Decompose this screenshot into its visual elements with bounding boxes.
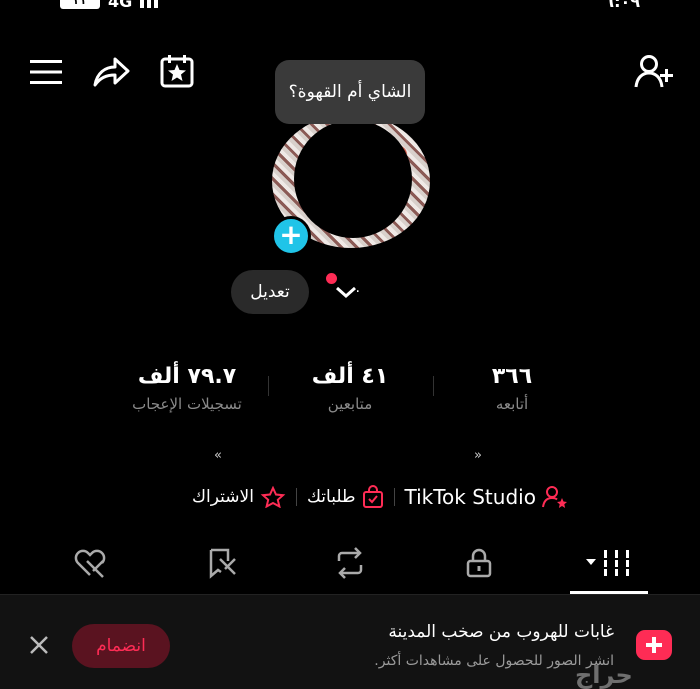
bio-quote-close: » (474, 448, 482, 463)
close-banner-button[interactable] (26, 634, 52, 660)
orders-label: طلباتك (306, 487, 356, 507)
tiktok-studio-link[interactable]: TikTok Studio (405, 485, 568, 509)
tiktok-studio-label: TikTok Studio (404, 485, 536, 509)
edit-profile-button[interactable]: تعديل (231, 270, 309, 314)
calendar-button[interactable] (158, 52, 196, 90)
following-label: أتابعه (495, 395, 529, 413)
grid-videos-icon (586, 550, 631, 576)
share-arrow-icon (93, 57, 130, 87)
tab-videos[interactable] (579, 535, 639, 591)
subscription-star-icon (260, 486, 286, 508)
status-bar: ٣١ 4G ٦:٠٩ (0, 0, 700, 14)
bookmark-icon (209, 548, 236, 579)
subscription-link[interactable]: الاشتراك (192, 486, 286, 508)
content-tabs (0, 535, 700, 595)
battery-level: ٣١ (73, 0, 87, 7)
join-button[interactable]: انضمام (72, 624, 170, 668)
avatar-redaction (294, 120, 412, 238)
tab-liked[interactable] (60, 535, 120, 591)
lock-icon (466, 548, 492, 578)
stat-followers[interactable]: ٤١ ألف متابعين (290, 364, 410, 413)
stat-following[interactable]: ٣٦٦ أتابعه (462, 364, 562, 413)
plus-icon (646, 637, 662, 653)
stat-divider (433, 376, 434, 396)
network-type: 4G (108, 0, 133, 11)
name-marker: ٠ (354, 283, 362, 299)
status-time: ٦:٠٩ (604, 0, 640, 11)
bio-redacted (210, 446, 490, 466)
orders-link[interactable]: طلباتك (307, 485, 384, 509)
followers-label: متابعين (327, 395, 373, 413)
status-left: ٣١ 4G (60, 0, 159, 11)
tab-private[interactable] (449, 535, 509, 591)
banner-title: غابات للهروب من صخب المدينة (388, 622, 614, 642)
shopping-bag-icon (362, 485, 383, 508)
profile-links-row: الاشتراك طلباتك TikTok Studio (160, 483, 600, 511)
close-icon (30, 636, 48, 654)
likes-count: ٧٩.٧ ألف (137, 364, 237, 389)
menu-button[interactable] (28, 56, 64, 88)
signal-icon (140, 0, 159, 8)
calendar-star-icon (160, 55, 194, 88)
repost-icon (337, 547, 363, 579)
stat-likes[interactable]: ٧٩.٧ ألف تسجيلات الإعجاب (112, 364, 262, 413)
likes-label: تسجيلات الإعجاب (132, 395, 242, 413)
watermark: حراج (575, 661, 633, 689)
following-count: ٣٦٦ (491, 364, 533, 389)
stat-divider (268, 376, 269, 396)
link-divider (295, 488, 297, 506)
photo-add-icon (636, 630, 672, 660)
creator-star-icon (541, 486, 567, 508)
subscription-label: الاشتراك (192, 487, 254, 507)
hamburger-menu-icon (30, 60, 62, 84)
note-bubble[interactable]: الشاي أم القهوة؟ (275, 60, 425, 124)
followers-count: ٤١ ألف (311, 364, 389, 389)
username-redacted (318, 316, 388, 328)
link-divider (393, 488, 395, 506)
share-button[interactable] (90, 54, 132, 90)
add-friend-button[interactable] (634, 52, 674, 90)
battery-icon: ٣١ (60, 0, 100, 9)
add-user-icon (634, 55, 673, 88)
liked-heart-icon (74, 549, 106, 578)
tab-favorites[interactable] (192, 535, 252, 591)
tab-reposts[interactable] (320, 535, 380, 591)
add-avatar-plus-icon[interactable]: + (271, 216, 311, 256)
